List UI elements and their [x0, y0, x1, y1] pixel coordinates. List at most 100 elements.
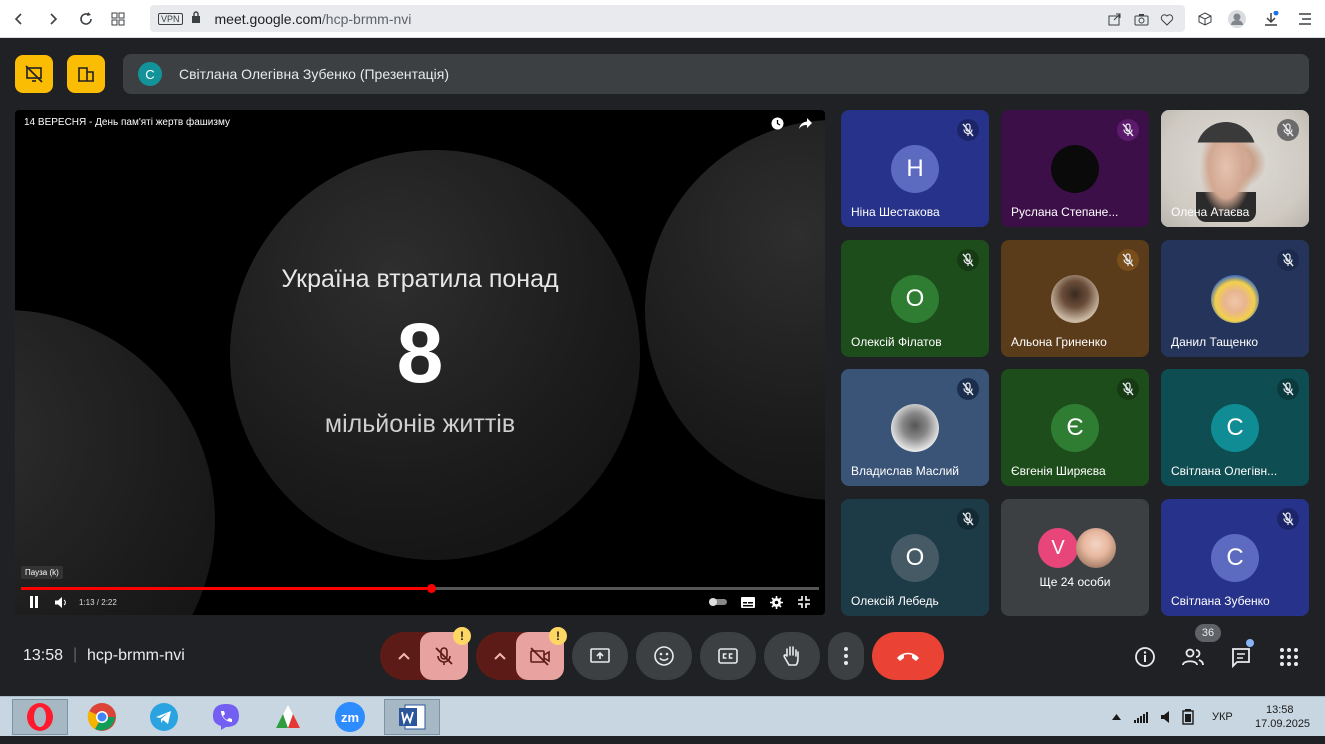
cube-icon[interactable]	[1190, 4, 1220, 34]
muted-mic-icon	[1117, 378, 1139, 400]
presentation-layout-button[interactable]	[67, 55, 105, 93]
muted-mic-icon	[1277, 378, 1299, 400]
participant-name: Світлана Зубенко	[1171, 594, 1270, 608]
presenter-avatar: С	[138, 62, 162, 86]
telegram-app-icon[interactable]	[136, 699, 192, 735]
activities-icon[interactable]	[1276, 644, 1302, 670]
download-icon[interactable]	[1256, 4, 1286, 34]
muted-mic-icon	[1117, 119, 1139, 141]
tabs-grid-icon[interactable]	[103, 4, 133, 34]
participant-tile[interactable]: Є Євгенія Ширяєва	[1001, 369, 1149, 486]
battery-icon[interactable]	[1182, 697, 1194, 737]
participant-avatar: С	[1211, 534, 1259, 582]
slide-subheading: мільйонів життів	[324, 410, 516, 438]
video-progress-fill	[21, 587, 432, 590]
camera-toggle-button[interactable]: !	[516, 627, 567, 680]
participant-avatar	[1211, 275, 1259, 323]
reactions-button[interactable]	[636, 632, 692, 680]
presenter-banner: С Світлана Олегівна Зубенко (Презентація…	[123, 54, 1309, 94]
mic-warning-badge: !	[453, 627, 471, 645]
participant-tile[interactable]: С Світлана Олегівн...	[1161, 369, 1309, 486]
muted-mic-icon	[1277, 119, 1299, 141]
settings-icon[interactable]	[768, 594, 784, 610]
people-icon[interactable]	[1180, 644, 1206, 670]
watch-later-icon[interactable]	[769, 115, 785, 131]
url-host: meet.google.com	[214, 10, 322, 27]
participant-name: Данил Тащенко	[1171, 335, 1259, 349]
volume-icon[interactable]	[53, 594, 69, 610]
share-page-icon[interactable]	[1105, 9, 1125, 29]
participant-name: Ще 24 особи	[1039, 575, 1111, 589]
participant-name: Олексій Філатов	[851, 335, 942, 349]
vpn-badge[interactable]: VPN	[158, 12, 183, 25]
lock-icon	[191, 10, 201, 28]
participant-tile[interactable]: Н Ніна Шестакова	[841, 110, 989, 227]
volume-tray-icon[interactable]	[1161, 697, 1171, 737]
present-button[interactable]	[572, 632, 628, 680]
participant-avatar: О	[891, 534, 939, 582]
reload-icon[interactable]	[71, 4, 101, 34]
muted-mic-icon	[957, 119, 979, 141]
keyboard-language[interactable]: УКР	[1212, 697, 1233, 737]
chat-notification-dot	[1246, 639, 1254, 647]
slide-heading: Україна втратила понад	[281, 265, 559, 293]
url-path: /hcp-brmm-nvi	[321, 10, 412, 27]
address-bar[interactable]: VPN meet.google.com/hcp-brmm-nvi	[150, 5, 1185, 32]
exit-fullscreen-icon[interactable]	[796, 594, 812, 610]
tray-expand-icon[interactable]	[1112, 697, 1121, 737]
back-icon[interactable]	[4, 4, 34, 34]
menu-icon[interactable]	[1290, 4, 1320, 34]
zoom-app-icon[interactable]: zm	[322, 699, 378, 735]
slide-big-number: 8	[396, 306, 444, 400]
camera-icon[interactable]	[1131, 9, 1151, 29]
video-title[interactable]: 14 ВЕРЕСНЯ - День пам'яті жертв фашизму	[24, 117, 230, 128]
participant-photo-avatar	[1076, 528, 1116, 568]
captions-button[interactable]	[700, 632, 756, 680]
clock-separator: |	[73, 646, 78, 663]
participant-tile[interactable]: Олена Атаєва	[1161, 110, 1309, 227]
muted-mic-icon	[1277, 249, 1299, 271]
people-count-badge: 36	[1195, 624, 1221, 642]
muted-mic-icon	[1277, 508, 1299, 530]
heart-icon[interactable]	[1157, 9, 1177, 29]
participant-tile[interactable]: С Світлана Зубенко	[1161, 499, 1309, 616]
profile-icon[interactable]	[1222, 4, 1252, 34]
participant-avatar: О	[891, 275, 939, 323]
participant-avatar	[1051, 275, 1099, 323]
subtitles-icon[interactable]	[740, 594, 756, 610]
share-icon[interactable]	[797, 115, 813, 131]
video-time: 1:13 / 2:22	[79, 598, 117, 607]
pause-icon[interactable]	[26, 594, 42, 610]
network-icon[interactable]	[1134, 697, 1148, 737]
diia-app-icon[interactable]	[260, 699, 316, 735]
participant-tile[interactable]: Руслана Степане...	[1001, 110, 1149, 227]
video-progress-bar[interactable]	[21, 584, 819, 593]
participant-tile[interactable]: Альона Гриненко	[1001, 240, 1149, 357]
meeting-info-icon[interactable]	[1132, 644, 1158, 670]
autoplay-toggle-icon[interactable]	[708, 594, 728, 610]
mic-toggle-button[interactable]: !	[420, 627, 471, 680]
muted-mic-icon	[1117, 249, 1139, 271]
viber-app-icon[interactable]	[198, 699, 254, 735]
participant-tile[interactable]: Данил Тащенко	[1161, 240, 1309, 357]
presentation-stage[interactable]: 14 ВЕРЕСНЯ - День пам'яті жертв фашизму …	[15, 110, 825, 615]
chat-icon[interactable]	[1228, 644, 1254, 670]
raise-hand-button[interactable]	[764, 632, 820, 680]
tray-date[interactable]: 17.09.2025	[1255, 704, 1310, 744]
participant-tile[interactable]: О Олексій Філатов	[841, 240, 989, 357]
meeting-clock: 13:58	[23, 647, 64, 664]
word-app-icon[interactable]	[384, 699, 440, 735]
participant-tile[interactable]: Владислав Маслий	[841, 369, 989, 486]
participant-name: Олексій Лебедь	[851, 594, 939, 608]
chrome-app-icon[interactable]	[74, 699, 130, 735]
forward-icon[interactable]	[38, 4, 68, 34]
participant-tile[interactable]: О Олексій Лебедь	[841, 499, 989, 616]
hide-presentation-button[interactable]	[15, 55, 53, 93]
participant-name: Альона Гриненко	[1011, 335, 1107, 349]
participant-name: Світлана Олегівн...	[1171, 464, 1278, 478]
opera-app-icon[interactable]	[12, 699, 68, 735]
participant-tile[interactable]: V Ще 24 особи	[1001, 499, 1149, 616]
video-progress-knob[interactable]	[427, 584, 437, 593]
more-options-button[interactable]	[828, 632, 864, 680]
leave-call-button[interactable]	[872, 632, 944, 680]
